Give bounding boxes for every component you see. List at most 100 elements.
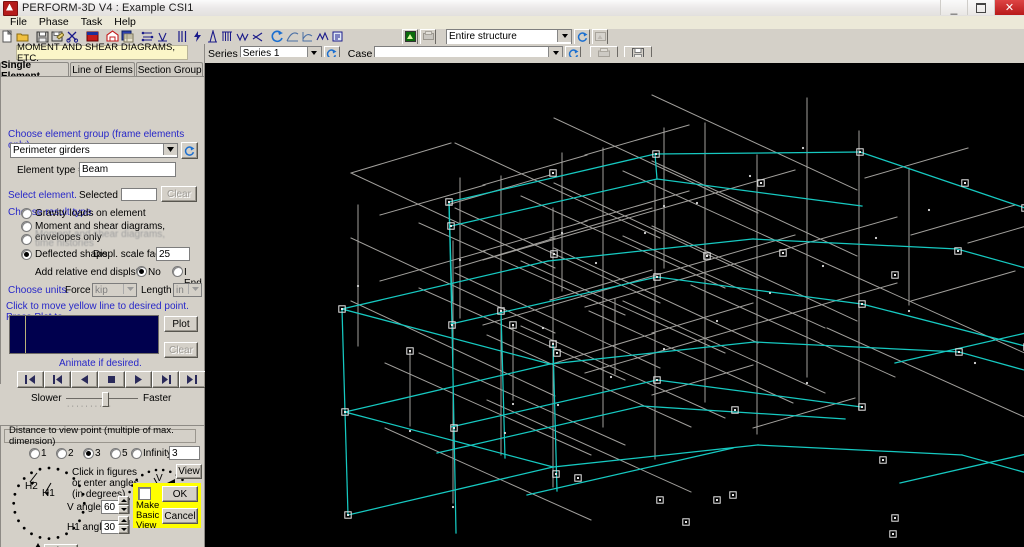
minimize-button[interactable]: _ bbox=[940, 0, 967, 15]
window-title: PERFORM-3D V4 : Example CSI1 bbox=[22, 2, 194, 14]
h1-label: H1 bbox=[42, 488, 55, 499]
radio-envelopes-only[interactable] bbox=[21, 221, 32, 232]
close-button[interactable]: ✕ bbox=[994, 0, 1024, 15]
force-units-value: kip bbox=[95, 284, 108, 296]
load-lightning-icon[interactable] bbox=[190, 30, 204, 44]
title-bar: PERFORM-3D V4 : Example CSI1 _ ✕ bbox=[0, 0, 1024, 17]
displ-scale-factor-input[interactable]: 25 bbox=[156, 247, 190, 261]
radio-distance-1-label: 1 bbox=[41, 448, 47, 459]
element-type-value: Beam bbox=[82, 164, 109, 175]
left-control-panel: MOMENT AND SHEAR DIAGRAMS, ETC. Single E… bbox=[0, 42, 242, 547]
menu-item-task[interactable]: Task bbox=[75, 16, 109, 29]
view-button-right[interactable]: View bbox=[176, 464, 202, 479]
cancel-button-label: Cancel bbox=[164, 510, 196, 522]
element-group-refresh-button[interactable] bbox=[181, 142, 198, 159]
confirm-panel: Make Basic View OK Cancel bbox=[133, 483, 201, 531]
model-viewport[interactable] bbox=[205, 63, 1024, 547]
menu-item-help[interactable]: Help bbox=[108, 16, 142, 29]
maximize-button[interactable] bbox=[967, 0, 994, 15]
distance-label: Distance to view point (multiple of max.… bbox=[9, 425, 174, 447]
distance-label-box: Distance to view point (multiple of max.… bbox=[4, 425, 196, 447]
select-element-label[interactable]: Select element. bbox=[8, 190, 77, 201]
distance-input[interactable]: 3 bbox=[169, 446, 200, 460]
make-basic-view-checkbox[interactable] bbox=[138, 487, 151, 500]
chevron-down-icon[interactable] bbox=[188, 284, 201, 294]
slower-label: Slower bbox=[31, 393, 62, 404]
radio-rel-no-label: No bbox=[148, 267, 161, 278]
clear-plot-button-label: Clear bbox=[169, 344, 193, 356]
force-units-select[interactable]: kip bbox=[92, 283, 137, 297]
menu-item-file[interactable]: File bbox=[4, 16, 33, 29]
tab-strip: Single Element Line of Elems Section Gro… bbox=[0, 60, 204, 82]
deflected-shape-icon[interactable] bbox=[285, 30, 299, 44]
plot-button-label: Plot bbox=[172, 318, 190, 330]
refresh-icon[interactable] bbox=[574, 28, 590, 45]
h1-angle-spinner-up[interactable] bbox=[118, 516, 129, 525]
h1-angle-spinner-down[interactable] bbox=[118, 525, 129, 534]
skip-to-end-button[interactable] bbox=[179, 371, 206, 388]
tab-section-group[interactable]: Section Group bbox=[136, 62, 203, 77]
h1-angle-spinner[interactable] bbox=[118, 516, 129, 534]
report-icon[interactable] bbox=[330, 30, 344, 44]
close-icon: ✕ bbox=[1004, 2, 1015, 14]
radio-deflected-shape[interactable] bbox=[21, 249, 32, 260]
view-direction-arrow-up-icon bbox=[34, 543, 42, 547]
radio-distance-3-label: 3 bbox=[95, 448, 101, 459]
displ-scale-factor-value: 25 bbox=[159, 248, 171, 260]
print-view-icon[interactable] bbox=[420, 28, 436, 45]
v-angle-spinner-up[interactable] bbox=[118, 496, 129, 505]
v-angle-spinner[interactable] bbox=[118, 496, 129, 514]
snapshot-icon[interactable] bbox=[592, 28, 608, 45]
mass-icon[interactable] bbox=[235, 30, 249, 44]
clear-selection-button[interactable]: Clear bbox=[161, 186, 197, 202]
clear-selection-label: Clear bbox=[167, 188, 191, 200]
ok-button[interactable]: OK bbox=[162, 486, 198, 502]
element-type-field: Beam bbox=[79, 162, 176, 177]
radio-distance-2[interactable] bbox=[56, 448, 67, 459]
section-icon[interactable] bbox=[220, 30, 234, 44]
radio-rel-iend[interactable] bbox=[172, 266, 183, 277]
drift-icon[interactable] bbox=[205, 30, 219, 44]
chevron-down-icon[interactable] bbox=[557, 29, 571, 42]
stop-button[interactable] bbox=[98, 371, 125, 388]
yellow-cursor-line[interactable] bbox=[25, 316, 26, 353]
radio-distance-5[interactable] bbox=[110, 448, 121, 459]
clear-plot-button[interactable]: Clear bbox=[164, 342, 198, 358]
energy-icon[interactable] bbox=[315, 30, 329, 44]
radio-distance-infinity[interactable] bbox=[131, 448, 142, 459]
menu-item-phase[interactable]: Phase bbox=[33, 16, 75, 29]
radio-distance-3[interactable] bbox=[83, 448, 94, 459]
chevron-down-icon[interactable] bbox=[163, 144, 177, 155]
radio-gravity-loads[interactable] bbox=[21, 208, 32, 219]
moment-diagram-icon[interactable] bbox=[300, 30, 314, 44]
distance-value: 3 bbox=[172, 447, 178, 459]
skip-to-start-button[interactable] bbox=[17, 371, 44, 388]
tab-line-of-elems-label: Line of Elems bbox=[72, 64, 133, 76]
new-file-icon[interactable] bbox=[0, 30, 14, 44]
view-settings-panel: Distance to view point (multiple of max.… bbox=[0, 425, 205, 547]
play-back-button[interactable] bbox=[71, 371, 98, 388]
radio-rel-no[interactable] bbox=[136, 266, 147, 277]
scope-select[interactable]: Entire structure bbox=[446, 28, 572, 45]
step-forward-button[interactable] bbox=[152, 371, 179, 388]
plot-canvas[interactable] bbox=[9, 315, 159, 354]
choose-units-label[interactable]: Choose units. bbox=[8, 285, 69, 296]
element-group-select[interactable]: Perimeter girders bbox=[10, 143, 178, 158]
analysis-run-icon[interactable] bbox=[270, 30, 284, 44]
v-angle-spinner-down[interactable] bbox=[118, 505, 129, 514]
view-structure-icon[interactable] bbox=[402, 28, 418, 45]
radio-distance-1[interactable] bbox=[29, 448, 40, 459]
step-back-button[interactable] bbox=[44, 371, 71, 388]
tab-line-of-elems[interactable]: Line of Elems bbox=[69, 62, 136, 77]
plot-button[interactable]: Plot bbox=[164, 316, 198, 332]
force-units-label: Force bbox=[65, 285, 91, 296]
play-forward-button[interactable] bbox=[125, 371, 152, 388]
chevron-down-icon[interactable] bbox=[123, 284, 136, 294]
radio-distance-infinity-label: Infinity bbox=[143, 448, 172, 459]
cancel-button[interactable]: Cancel bbox=[162, 508, 198, 524]
radio-time-histories[interactable] bbox=[21, 234, 32, 245]
length-units-select[interactable]: in bbox=[173, 283, 202, 297]
hinge-icon[interactable] bbox=[250, 30, 264, 44]
make-basic-view-label: Make Basic View bbox=[136, 500, 160, 531]
length-units-value: in bbox=[176, 284, 184, 296]
